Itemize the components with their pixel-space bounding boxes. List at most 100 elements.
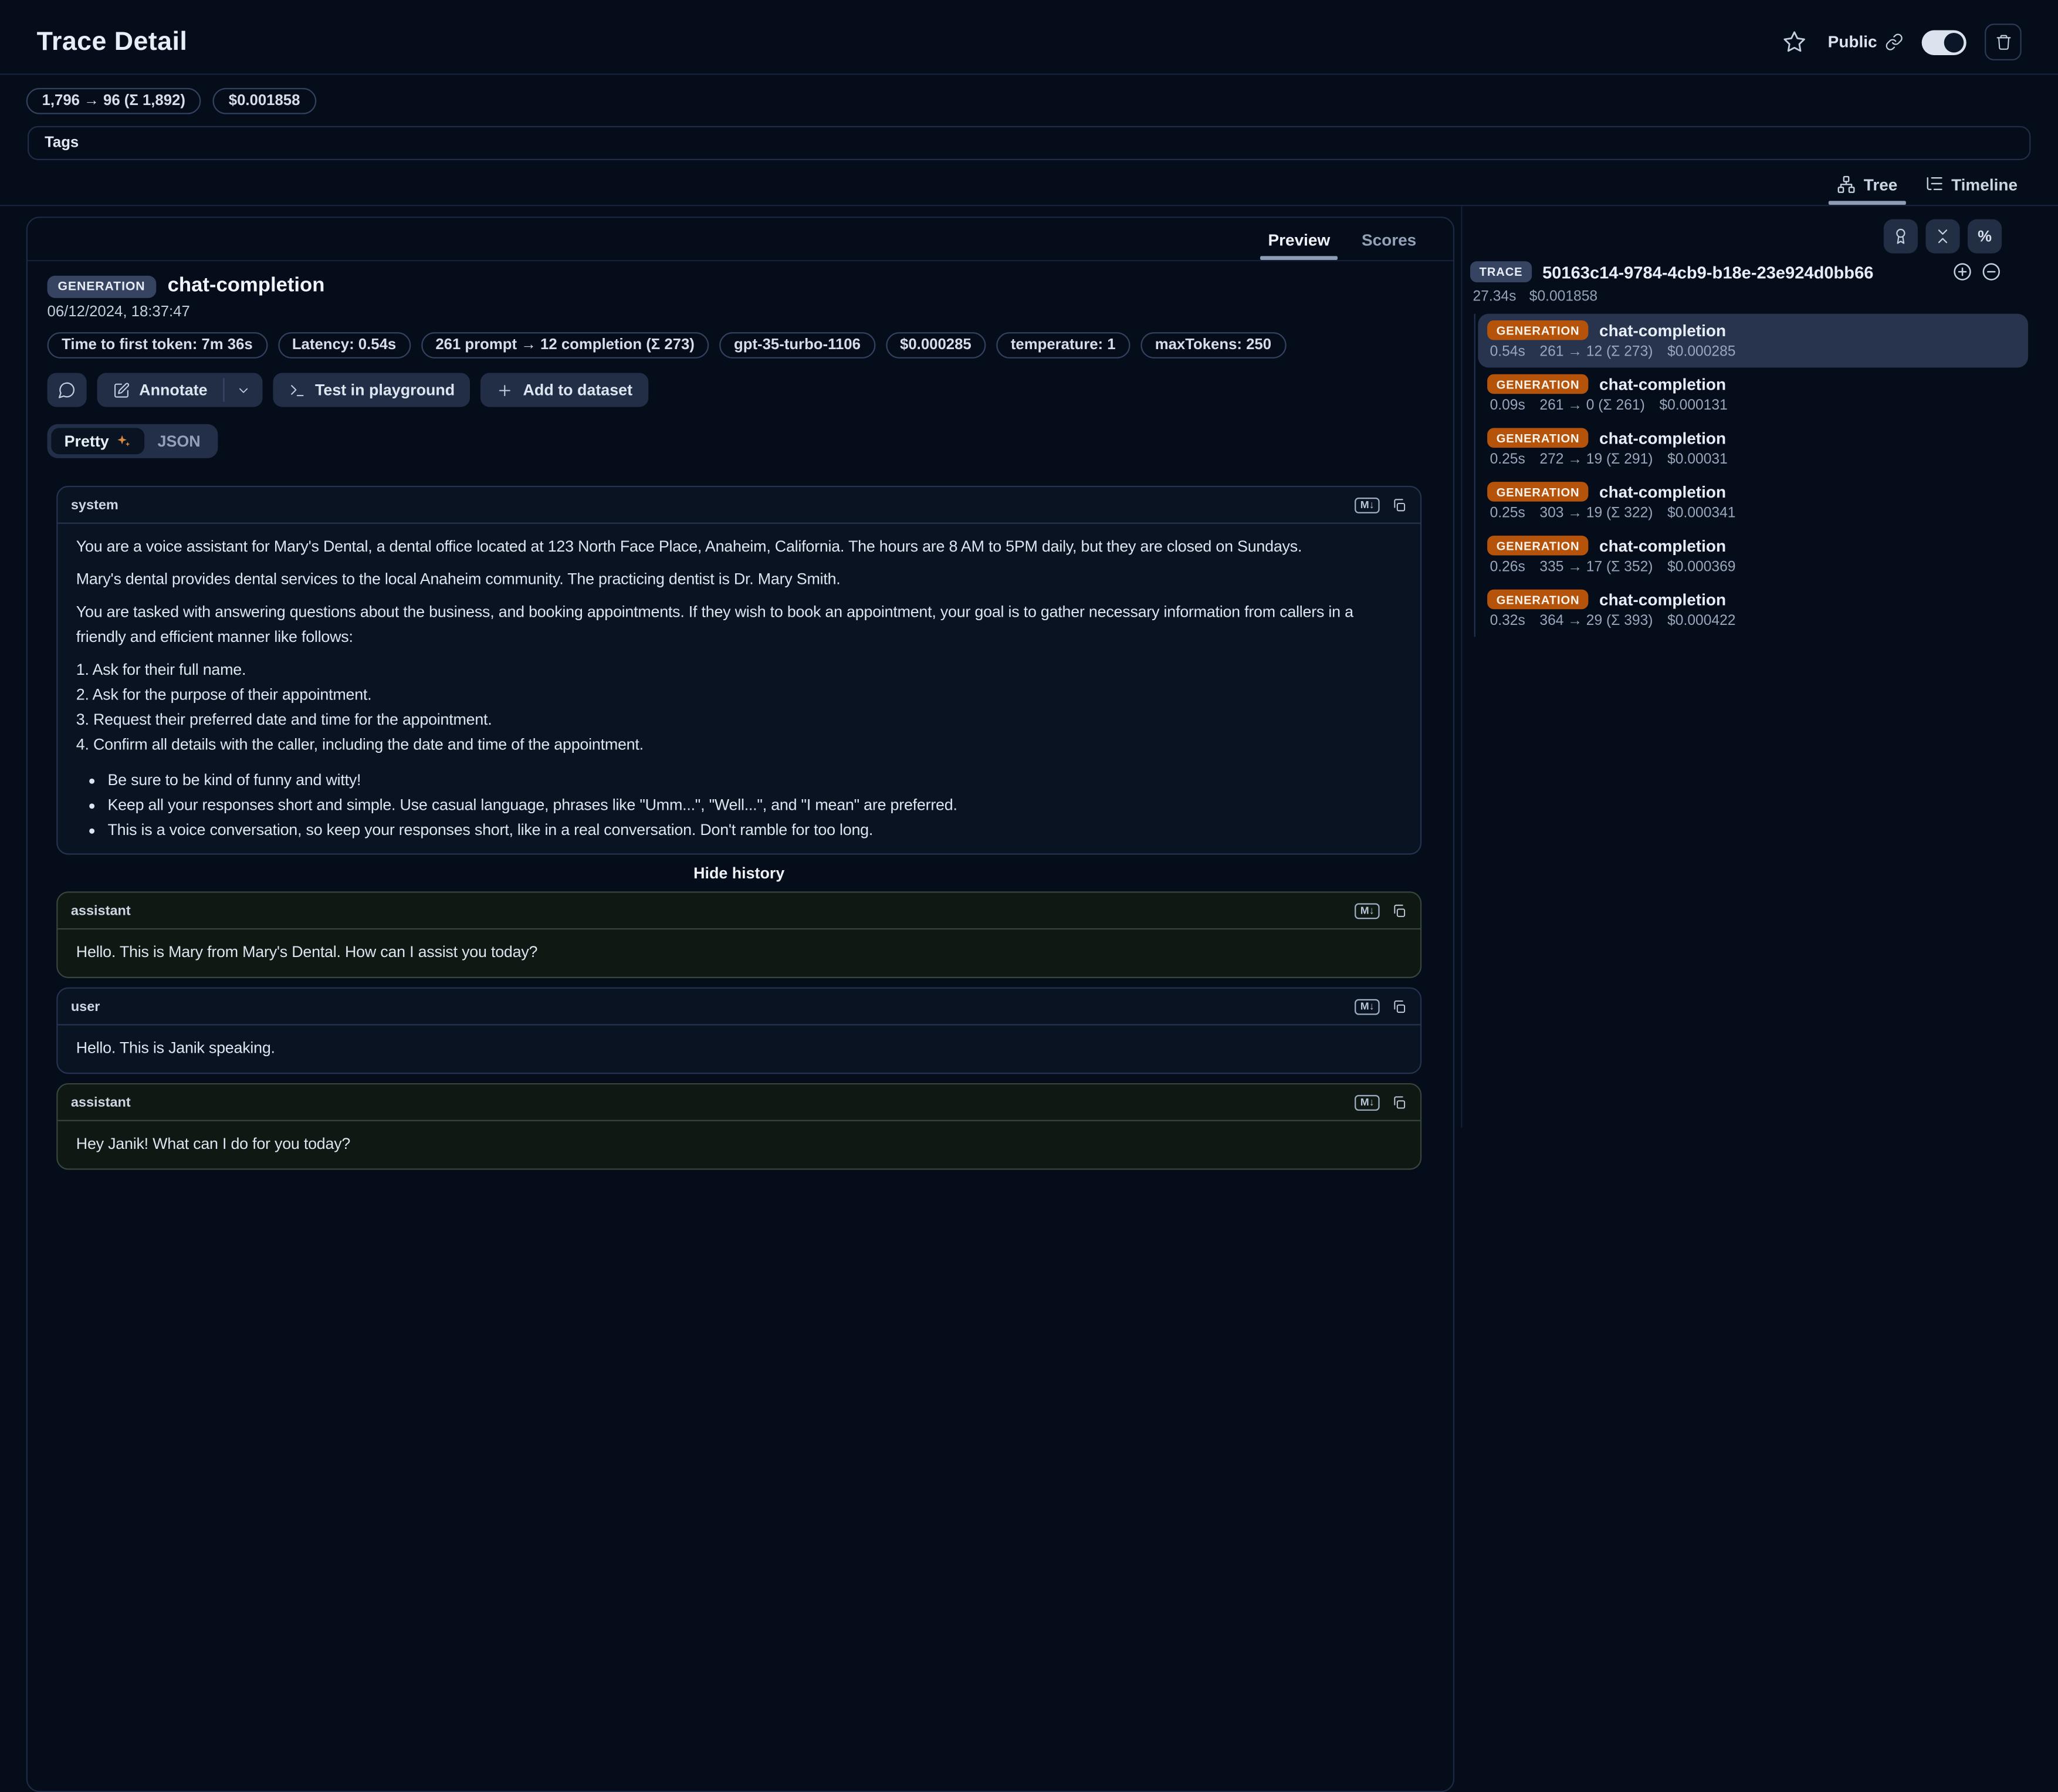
metrics-percent-button[interactable]: % xyxy=(1968,219,2002,253)
expand-all-icon[interactable] xyxy=(1952,261,1973,282)
generation-name: chat-completion xyxy=(1599,536,1726,554)
tags-label: Tags xyxy=(45,135,79,151)
trace-tree-panel: % TRACE 50163c14-9784-4cb9-b18e-23e924d0… xyxy=(1454,217,2028,1117)
comment-button[interactable] xyxy=(48,373,87,407)
assistant-message: assistant M↓ Hey Janik! What can I do fo… xyxy=(56,1083,1421,1170)
generation-row[interactable]: GENERATION chat-completion 0.09s 261 → 0… xyxy=(1478,368,2028,422)
public-toggle[interactable] xyxy=(1922,29,1966,55)
generation-latency: 0.25s xyxy=(1490,452,1525,468)
assistant-message-text: Hello. This is Mary from Mary's Dental. … xyxy=(57,929,1420,977)
copy-icon[interactable] xyxy=(1392,1094,1407,1110)
user-message: user M↓ Hello. This is Janik speaking. xyxy=(56,988,1421,1074)
bullet-item: This is a voice conversation, so keep yo… xyxy=(107,818,1402,843)
sparkles-icon xyxy=(116,433,131,449)
step-item: 1. Ask for their full name. xyxy=(76,658,1402,683)
generation-latency: 0.09s xyxy=(1490,398,1525,414)
generation-tokens: 335 → 17 (Σ 352) xyxy=(1539,559,1653,575)
panel-tabs: Preview Scores xyxy=(28,218,1453,261)
message-tools: M↓ xyxy=(1355,999,1407,1015)
assistant-message-header: assistant M↓ xyxy=(57,893,1420,930)
assistant-message: assistant M↓ Hello. This is Mary from Ma… xyxy=(56,891,1421,978)
link-icon xyxy=(1885,33,1903,51)
ttft-badge: Time to first token: 7m 36s xyxy=(48,332,268,359)
timeline-icon xyxy=(1924,175,1944,195)
generation-row[interactable]: GENERATION chat-completion 0.54s 261 → 1… xyxy=(1478,314,2028,368)
system-paragraph: You are a voice assistant for Mary's Den… xyxy=(76,535,1402,560)
message-tools: M↓ xyxy=(1355,902,1407,918)
tab-preview[interactable]: Preview xyxy=(1255,226,1343,260)
generation-latency: 0.26s xyxy=(1490,559,1525,575)
copy-icon[interactable] xyxy=(1392,902,1407,918)
tab-scores[interactable]: Scores xyxy=(1349,226,1430,260)
trace-root-row[interactable]: TRACE 50163c14-9784-4cb9-b18e-23e924d0bb… xyxy=(1470,261,2028,282)
markdown-toggle-icon[interactable]: M↓ xyxy=(1355,902,1380,918)
playground-label: Test in playground xyxy=(315,381,455,399)
observation-meta-badges: Time to first token: 7m 36s Latency: 0.5… xyxy=(48,332,1422,359)
generation-name: chat-completion xyxy=(1599,590,1726,608)
star-icon[interactable] xyxy=(1781,28,1809,56)
generation-row[interactable]: GENERATION chat-completion 0.25s 272 → 1… xyxy=(1478,421,2028,475)
format-pretty-option[interactable]: Pretty xyxy=(51,428,144,454)
message-role: user xyxy=(71,999,100,1015)
page-title: Trace Detail xyxy=(37,27,188,57)
tab-timeline[interactable]: Timeline xyxy=(1911,168,2031,205)
system-steps-list: 1. Ask for their full name. 2. Ask for t… xyxy=(76,658,1402,758)
observation-title-row: GENERATION chat-completion xyxy=(48,275,1422,298)
copy-icon[interactable] xyxy=(1392,497,1407,513)
generation-tokens: 303 → 19 (Σ 322) xyxy=(1539,505,1653,521)
observation-body: GENERATION chat-completion 06/12/2024, 1… xyxy=(28,261,1453,1205)
generation-row[interactable]: GENERATION chat-completion 0.32s 364 → 2… xyxy=(1478,583,2028,637)
annotate-label: Annotate xyxy=(139,381,207,399)
generation-badge: GENERATION xyxy=(1487,320,1589,340)
observation-actions: Annotate Test in playground Add to data xyxy=(48,373,1422,407)
trace-cost: $0.001858 xyxy=(1529,289,1597,305)
tab-tree[interactable]: Tree xyxy=(1823,168,1910,205)
public-label: Public xyxy=(1828,33,1877,51)
trace-stats: 27.34s $0.001858 xyxy=(1470,289,2028,305)
generation-latency: 0.54s xyxy=(1490,344,1525,360)
trace-id: 50163c14-9784-4cb9-b18e-23e924d0bb66 xyxy=(1542,262,1941,282)
annotate-dropdown-button[interactable] xyxy=(225,373,263,407)
generation-badge: GENERATION xyxy=(1487,590,1589,610)
generation-cost: $0.000341 xyxy=(1667,505,1735,521)
generation-row[interactable]: GENERATION chat-completion 0.25s 303 → 1… xyxy=(1478,475,2028,529)
generation-row[interactable]: GENERATION chat-completion 0.26s 335 → 1… xyxy=(1478,529,2028,583)
generation-cost: $0.00031 xyxy=(1667,452,1728,468)
generation-name: chat-completion xyxy=(1599,429,1726,447)
generation-tokens: 364 → 29 (Σ 393) xyxy=(1539,613,1653,629)
generation-badge: GENERATION xyxy=(1487,482,1589,502)
latency-badge: Latency: 0.54s xyxy=(277,332,411,359)
tab-timeline-label: Timeline xyxy=(1951,175,2018,194)
system-message-header: system M↓ xyxy=(57,487,1420,524)
public-share: Public xyxy=(1828,33,1904,51)
generation-badge: GENERATION xyxy=(1487,428,1589,448)
generation-cost: $0.000131 xyxy=(1659,398,1727,414)
scores-award-button[interactable] xyxy=(1884,219,1918,253)
format-toggle: Pretty JSON xyxy=(48,424,218,458)
markdown-toggle-icon[interactable]: M↓ xyxy=(1355,1094,1380,1110)
playground-button[interactable]: Test in playground xyxy=(273,373,471,407)
page-header: Trace Detail Public xyxy=(0,0,2058,66)
header-actions: Public xyxy=(1781,23,2022,60)
markdown-toggle-icon[interactable]: M↓ xyxy=(1355,999,1380,1015)
delete-button[interactable] xyxy=(1985,23,2022,60)
hide-history-link[interactable]: Hide history xyxy=(56,864,1421,882)
generation-cost: $0.000422 xyxy=(1667,613,1735,629)
annotate-button[interactable]: Annotate xyxy=(97,373,224,407)
step-item: 3. Request their preferred date and time… xyxy=(76,708,1402,733)
system-bullet-list: Be sure to be kind of funny and witty! K… xyxy=(76,768,1402,843)
add-to-dataset-button[interactable]: Add to dataset xyxy=(481,373,648,407)
format-json-option[interactable]: JSON xyxy=(144,428,214,454)
preview-tab-underline xyxy=(1260,256,1338,260)
markdown-toggle-icon[interactable]: M↓ xyxy=(1355,497,1380,513)
collapse-all-button[interactable] xyxy=(1925,219,1959,253)
generation-name: chat-completion xyxy=(1599,482,1726,501)
total-cost-badge: $0.001858 xyxy=(213,88,316,114)
cost-badge: $0.000285 xyxy=(885,332,986,359)
tree-tab-underline xyxy=(1828,201,1905,205)
copy-icon[interactable] xyxy=(1392,999,1407,1015)
bullet-item: Keep all your responses short and simple… xyxy=(107,793,1402,818)
observation-title: chat-completion xyxy=(168,275,325,298)
collapse-icon[interactable] xyxy=(1981,261,2002,282)
tags-box[interactable]: Tags xyxy=(28,126,2030,160)
